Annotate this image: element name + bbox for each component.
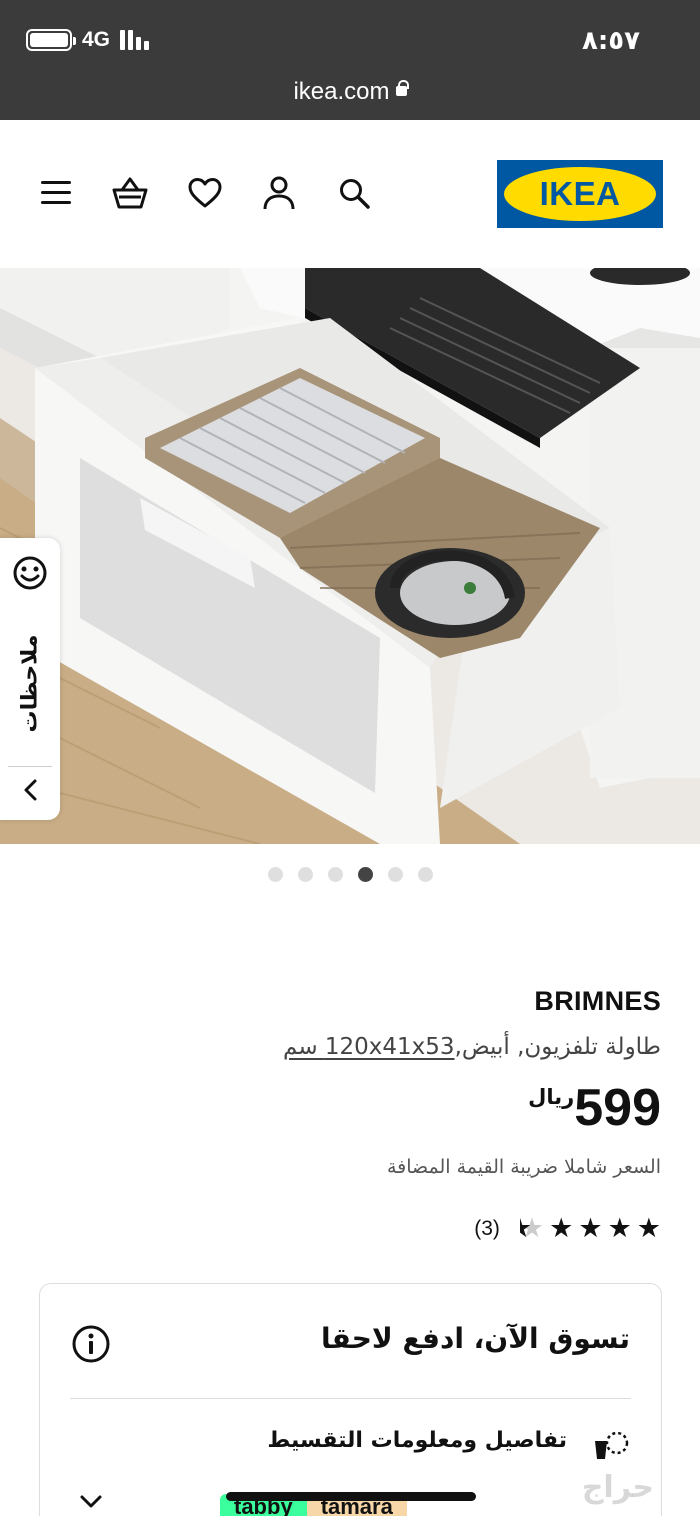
price-currency: ريال [528,1085,575,1109]
star-icon: ★ [607,1213,632,1244]
status-time: ٨:٥٧ [581,26,640,56]
carousel-dot[interactable] [388,867,403,882]
review-count: (3) [474,1216,500,1240]
product-price: 599 ريال [526,1082,661,1134]
chevron-down-icon[interactable] [79,1494,103,1514]
product-dimensions[interactable]: 120x41x53 سم [283,1034,455,1060]
half-star-icon: ★ [520,1215,544,1242]
smiley-icon [12,555,48,595]
feedback-tab[interactable]: ملاحظات [0,538,60,820]
status-left: 4G [26,28,150,52]
product-type: طاولة تلفزيون, أبيض, [454,1034,661,1060]
carousel-dot[interactable] [298,867,313,882]
signal-icon [120,30,150,50]
address-bar[interactable]: ikea.com [0,78,700,106]
battery-icon [26,29,76,51]
installment-label[interactable]: تفاصيل ومعلومات التقسيط [267,1428,567,1453]
bnpl-title: تسوق الآن، ادفع لاحقا [321,1322,630,1355]
rating-stars: ★ ★ ★ ★ ★ [520,1215,661,1242]
carousel-dot[interactable] [328,867,343,882]
menu-icon[interactable] [36,173,76,213]
product-image[interactable] [0,268,700,844]
url-text: ikea.com [293,78,390,105]
carousel-dot-active[interactable] [358,867,373,882]
lock-icon [395,79,409,96]
user-icon[interactable] [259,173,299,213]
basket-icon[interactable] [110,173,150,213]
star-icon: ★ [636,1213,661,1244]
price-value: 599 [574,1079,661,1137]
installment-icon [589,1427,629,1467]
heart-icon[interactable] [185,173,225,213]
feedback-divider [8,766,52,767]
star-icon: ★ [578,1213,603,1244]
product-rating[interactable]: ★ ★ ★ ★ ★ (3) [474,1215,661,1242]
home-indicator[interactable] [226,1492,476,1501]
info-icon[interactable] [71,1324,111,1368]
feedback-label: ملاحظات [17,634,43,732]
card-divider [70,1398,631,1399]
carousel-dot[interactable] [418,867,433,882]
status-bar: 4G ٨:٥٧ ikea.com [0,0,700,120]
logo-text: IKEA [539,175,621,212]
network-type: 4G [82,28,111,51]
carousel-dot[interactable] [268,867,283,882]
watermark: حراج [581,1470,654,1505]
search-icon[interactable] [334,173,374,213]
product-description: طاولة تلفزيون, أبيض,120x41x53 سم [283,1034,661,1060]
star-icon: ★ [549,1213,574,1244]
product-name: BRIMNES [534,986,661,1016]
vat-note: السعر شاملا ضريبة القيمة المضافة [386,1156,661,1178]
chevron-left-icon[interactable] [16,776,44,804]
carousel-dots [268,867,433,882]
ikea-logo[interactable]: IKEA [497,160,663,228]
bnpl-card: تسوق الآن، ادفع لاحقا تفاصيل ومعلومات ال… [39,1283,662,1516]
